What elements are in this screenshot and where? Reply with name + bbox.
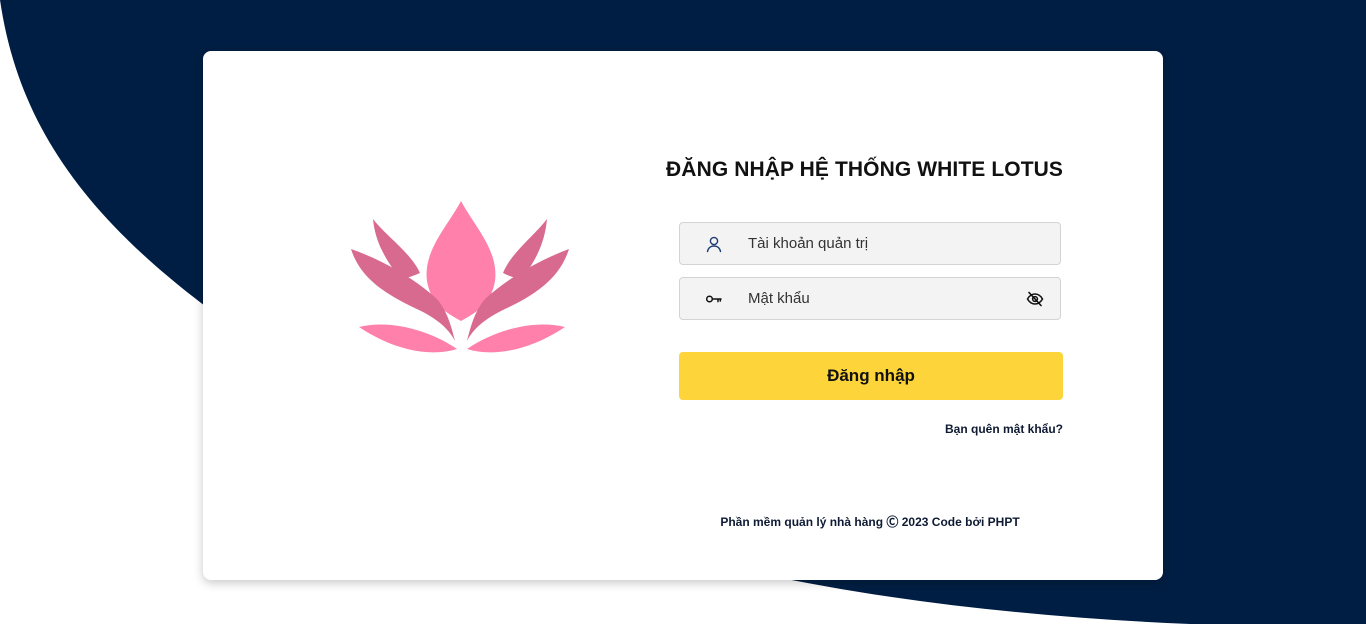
footer-credit: Phần mềm quản lý nhà hàng Ⓒ 2023 Code bở… [679, 513, 1061, 530]
user-icon [706, 236, 722, 253]
footer-prefix: Phần mềm quản lý nhà hàng [720, 515, 884, 529]
lotus-logo [351, 201, 569, 353]
login-button[interactable]: Đăng nhập [679, 352, 1063, 400]
password-field[interactable]: Mật khẩu [679, 277, 1061, 320]
login-form: ĐĂNG NHẬP HỆ THỐNG WHITE LOTUS Tài khoản… [666, 51, 1063, 580]
forgot-password-link[interactable]: Bạn quên mật khẩu? [945, 422, 1063, 436]
password-placeholder: Mật khẩu [748, 290, 810, 307]
footer-suffix: 2023 Code bởi PHPT [901, 515, 1020, 529]
username-placeholder: Tài khoản quản trị [748, 235, 869, 252]
login-card: ĐĂNG NHẬP HỆ THỐNG WHITE LOTUS Tài khoản… [203, 51, 1163, 580]
eye-off-icon[interactable] [1026, 290, 1044, 308]
username-field[interactable]: Tài khoản quản trị [679, 222, 1061, 265]
login-page: ĐĂNG NHẬP HỆ THỐNG WHITE LOTUS Tài khoản… [0, 0, 1366, 624]
login-title: ĐĂNG NHẬP HỆ THỐNG WHITE LOTUS [666, 158, 1063, 181]
key-icon [705, 295, 722, 303]
copyright-icon: Ⓒ [886, 515, 899, 529]
